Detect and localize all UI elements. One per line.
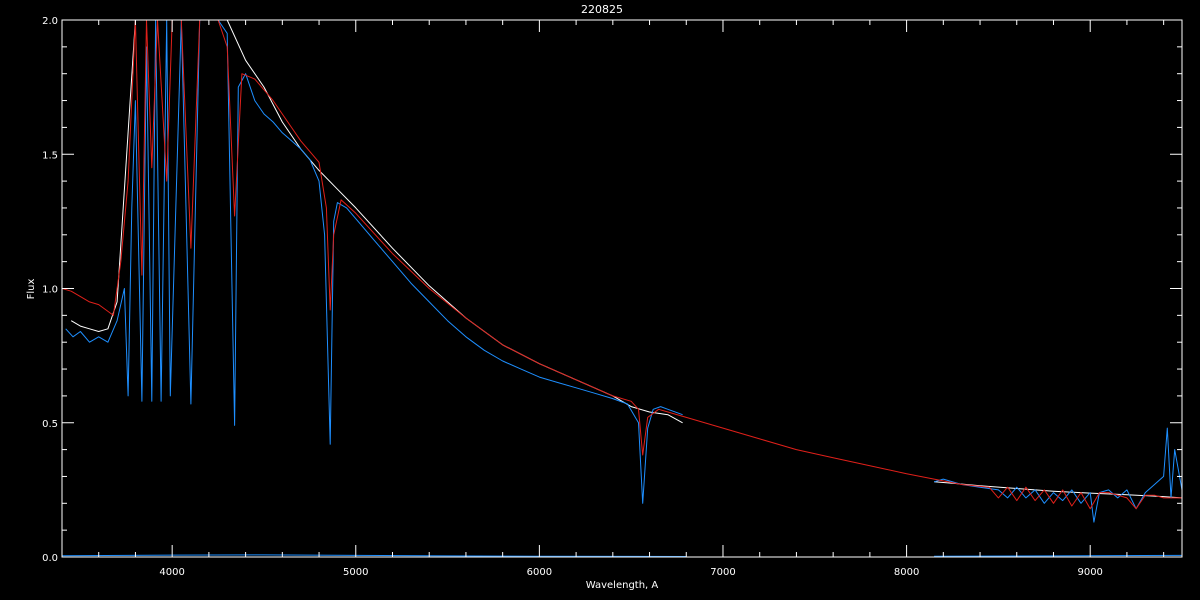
- x-tick-label: 4000: [159, 567, 184, 578]
- x-tick-label: 5000: [343, 567, 368, 578]
- x-tick-label: 7000: [710, 567, 735, 578]
- chart-title: 220825: [581, 3, 623, 16]
- y-tick-label: 1.0: [42, 285, 58, 296]
- x-tick-label: 6000: [527, 567, 552, 578]
- x-tick-label: 8000: [894, 567, 919, 578]
- y-tick-label: 2.0: [42, 16, 58, 27]
- y-axis-label: Flux: [26, 279, 37, 300]
- x-tick-label: 9000: [1077, 567, 1102, 578]
- y-tick-label: 0.5: [42, 419, 58, 430]
- chart-background: [0, 0, 1200, 600]
- spectrum-chart: 220825 4000 5000 6000 7000 8000 9000 0.0 0.5 1.0…: [0, 0, 1200, 600]
- x-axis-label: Wavelength, A: [586, 580, 659, 591]
- y-tick-label: 0.0: [42, 553, 58, 564]
- y-tick-label: 1.5: [42, 150, 58, 161]
